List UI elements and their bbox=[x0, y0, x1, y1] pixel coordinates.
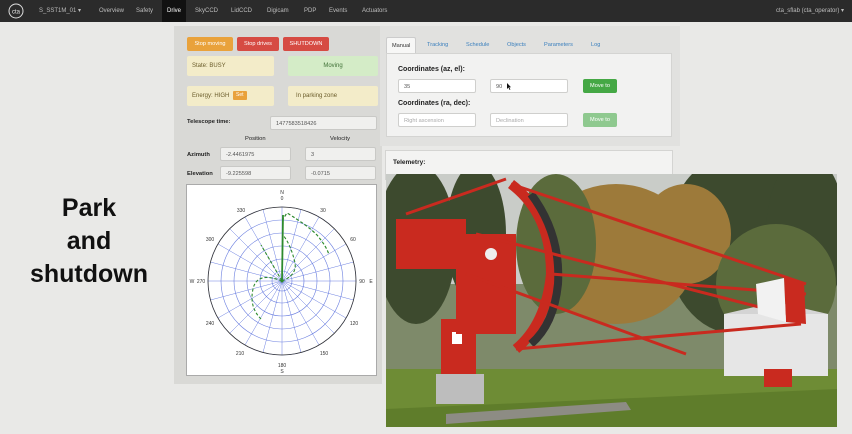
title-line-1: Park bbox=[61, 194, 117, 222]
angle-120-label: 120 bbox=[350, 321, 359, 327]
angle-330-label: 330 bbox=[237, 208, 246, 214]
tab-tracking[interactable]: Tracking bbox=[422, 37, 453, 53]
angle-240-label: 240 bbox=[206, 321, 215, 327]
nav-actuators[interactable]: Actuators bbox=[357, 0, 392, 22]
state-indicator: State: BUSY bbox=[187, 56, 274, 76]
azimuth-label: Azimuth bbox=[187, 152, 210, 158]
angle-180-label: 180 bbox=[278, 363, 287, 369]
telescope-photo bbox=[386, 174, 837, 427]
tab-manual[interactable]: Manual bbox=[386, 37, 417, 54]
user-menu[interactable]: cta_sflab (cta_operator) ▾ bbox=[776, 0, 844, 22]
nav-digicam[interactable]: Digicam bbox=[262, 0, 294, 22]
angle-0-label: 0 bbox=[281, 196, 284, 202]
velocity-header: Velocity bbox=[330, 136, 350, 142]
title-line-2: and bbox=[66, 227, 112, 255]
tab-parameters[interactable]: Parameters bbox=[539, 37, 578, 53]
azimuth-velocity-field: 3 bbox=[305, 147, 376, 161]
elevation-input[interactable]: 90 bbox=[490, 79, 568, 93]
nav-events[interactable]: Events bbox=[324, 0, 352, 22]
elevation-velocity-field: -0.0715 bbox=[305, 166, 376, 180]
moving-indicator: Moving bbox=[288, 56, 378, 76]
angle-210-label: 210 bbox=[236, 351, 245, 357]
slide-title: Park and shutdown bbox=[0, 192, 178, 291]
elevation-label: Elevation bbox=[187, 171, 213, 177]
nav-lidccd[interactable]: LidCCD bbox=[226, 0, 257, 22]
telemetry-label: Telemetry: bbox=[393, 159, 426, 166]
compass-west-label: W bbox=[190, 279, 195, 285]
nav-safety[interactable]: Safety bbox=[131, 0, 158, 22]
angle-150-label: 150 bbox=[320, 351, 329, 357]
energy-label: Energy: HIGH bbox=[192, 93, 230, 99]
shutdown-button[interactable]: SHUTDOWN bbox=[283, 37, 329, 51]
nav-overview[interactable]: Overview bbox=[94, 0, 129, 22]
sky-position-polar-plot: N 0 S 180 E 90 W 270 30 60 120 150 210 2… bbox=[186, 184, 377, 376]
tab-objects[interactable]: Objects bbox=[502, 37, 531, 53]
angle-30-label: 30 bbox=[320, 208, 326, 214]
energy-indicator: Energy: HIGH Set bbox=[187, 86, 274, 106]
coordinates-radec-label: Coordinates (ra, dec): bbox=[398, 100, 471, 107]
cta-logo-icon[interactable]: cta bbox=[6, 3, 26, 19]
nav-skyccd[interactable]: SkyCCD bbox=[190, 0, 223, 22]
compass-south-label: S bbox=[280, 369, 284, 375]
azimuth-position-field: -2.4461975 bbox=[220, 147, 291, 161]
move-to-radec-button[interactable]: Move to bbox=[583, 113, 617, 127]
angle-270-label: 270 bbox=[197, 279, 206, 285]
azimuth-input[interactable]: 35 bbox=[398, 79, 476, 93]
telescope-selector[interactable]: S_SST1M_01 ▾ bbox=[34, 0, 86, 22]
telescope-time-field: 1477583518426 bbox=[270, 116, 377, 130]
coordinates-azel-label: Coordinates (az, el): bbox=[398, 66, 465, 73]
angle-60-label: 60 bbox=[350, 237, 356, 243]
compass-east-label: E bbox=[369, 279, 373, 285]
move-to-azel-button[interactable]: Move to bbox=[583, 79, 617, 93]
top-navbar: cta S_SST1M_01 ▾ Overview Safety Drive S… bbox=[0, 0, 852, 22]
declination-input[interactable]: Declination bbox=[490, 113, 568, 127]
nav-drive[interactable]: Drive bbox=[162, 0, 187, 22]
title-line-3: shutdown bbox=[29, 260, 149, 288]
stop-drives-button[interactable]: Stop drives bbox=[237, 37, 279, 51]
mouse-cursor-icon bbox=[507, 83, 511, 90]
elevation-position-field: -9.225598 bbox=[220, 166, 291, 180]
nav-pdp[interactable]: PDP bbox=[299, 0, 321, 22]
position-header: Position bbox=[245, 136, 266, 142]
stop-moving-button[interactable]: Stop moving bbox=[187, 37, 233, 51]
energy-set-button[interactable]: Set bbox=[233, 90, 247, 100]
svg-text:cta: cta bbox=[12, 10, 21, 16]
telescope-time-label: Telescope time: bbox=[187, 119, 231, 125]
right-ascension-input[interactable]: Right ascension bbox=[398, 113, 476, 127]
tab-schedule[interactable]: Schedule bbox=[461, 37, 494, 53]
angle-300-label: 300 bbox=[206, 237, 215, 243]
tab-log[interactable]: Log bbox=[586, 37, 605, 53]
parking-indicator: In parking zone bbox=[288, 86, 378, 106]
angle-90-label: 90 bbox=[359, 279, 365, 285]
